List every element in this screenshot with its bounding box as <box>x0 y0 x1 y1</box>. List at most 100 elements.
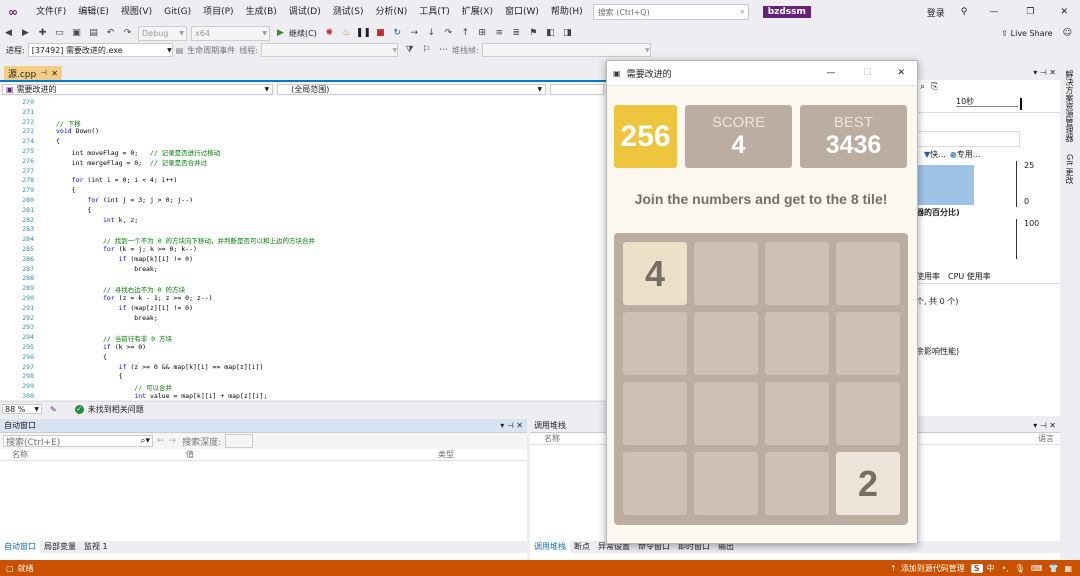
code-line[interactable]: // 当前行有非 0 方块 <box>56 333 172 343</box>
step-over-icon[interactable]: ↷ <box>442 27 455 40</box>
code-line[interactable]: for (z = k - 1; z >= 0; z--) <box>56 294 213 302</box>
code-line[interactable]: { <box>56 186 76 194</box>
tab-memory-usage[interactable]: 使用率 <box>916 271 940 282</box>
code-line[interactable]: if (z >= 0 && map[k][i] == map[z][i]) <box>56 363 264 371</box>
maximize-icon[interactable]: ☐ <box>849 68 885 78</box>
stack-frame-select[interactable]: ▼ <box>481 43 651 57</box>
menu-test[interactable]: 测试(S) <box>327 0 370 24</box>
code-line[interactable]: break; <box>56 314 157 322</box>
step-out-icon[interactable]: ↑ <box>459 27 472 40</box>
window-options-icons[interactable]: ▾ ⊣ ✕ <box>1033 68 1056 77</box>
menu-edit[interactable]: 编辑(E) <box>72 0 115 24</box>
menu-tools[interactable]: 工具(T) <box>413 0 456 24</box>
menu-window[interactable]: 窗口(W) <box>499 0 545 24</box>
next-bookmark-icon[interactable]: ◨ <box>561 27 574 40</box>
tab-git-changes[interactable]: Git 更改 <box>1060 148 1079 190</box>
column-value[interactable]: 值 <box>186 449 438 460</box>
save-icon[interactable]: ▣ <box>70 27 83 40</box>
issues-status-text[interactable]: 未找到相关问题 <box>88 404 144 415</box>
zoom-in-icon[interactable]: ⌕ <box>920 82 925 92</box>
add-to-source-control[interactable]: 添加到源代码管理 <box>901 563 965 574</box>
menu-git[interactable]: Git(G) <box>158 0 197 24</box>
menu-debug[interactable]: 调试(D) <box>283 0 327 24</box>
step-into-icon[interactable]: ↓ <box>425 27 438 40</box>
close-icon[interactable]: ✕ <box>885 68 917 78</box>
continue-button[interactable]: 继续(C) <box>289 28 317 39</box>
live-share-button[interactable]: ⇪ Live Share <box>1001 29 1063 38</box>
code-line[interactable]: { <box>56 206 91 214</box>
show-next-statement-icon[interactable]: → <box>408 27 421 40</box>
scope-dropdown[interactable]: (全局范围) ▼ <box>277 83 547 95</box>
code-line[interactable]: int moveFlag = 0; // 记录是否进行过移动 <box>56 147 221 157</box>
new-project-icon[interactable]: ✚ <box>36 27 49 40</box>
forward-icon[interactable]: ▶ <box>19 27 32 40</box>
project-dropdown[interactable]: ▣ 需要改进的 ▼ <box>2 83 274 95</box>
bug-icon[interactable]: ✺ <box>323 27 336 40</box>
menu-help[interactable]: 帮助(H) <box>545 0 589 24</box>
bookmark-icon[interactable]: ⚑ <box>527 27 540 40</box>
code-line[interactable]: // 可以合并 <box>56 382 172 392</box>
column-language[interactable]: 语言 <box>1038 433 1060 444</box>
microphone-icon[interactable]: 🎙 <box>1015 564 1025 573</box>
tab-solution-explorer[interactable]: 解决方案资源管理器 <box>1060 64 1079 148</box>
open-folder-icon[interactable]: ▭ <box>53 27 66 40</box>
continue-icon[interactable]: ▶ <box>274 27 287 40</box>
keyboard-icon[interactable]: ⌨ <box>1031 564 1043 573</box>
column-type[interactable]: 类型 <box>438 449 454 460</box>
ime-mode[interactable]: 中 <box>987 563 995 574</box>
menu-project[interactable]: 项目(P) <box>197 0 239 24</box>
tab-breakpoints[interactable]: 断点 <box>570 541 594 553</box>
minimize-icon[interactable]: — <box>812 68 849 78</box>
process-select[interactable]: [37492] 需要改进的.exe ▼ <box>27 43 173 57</box>
close-icon[interactable]: ✕ <box>1048 7 1080 17</box>
code-line[interactable]: if (k >= 0) <box>56 343 146 351</box>
code-line[interactable]: { <box>56 353 107 361</box>
flag-thread-icon[interactable]: ⚐ <box>420 44 433 57</box>
login-link[interactable]: 登录 <box>919 6 953 19</box>
lifecycle-events-icon[interactable]: ▤ <box>176 46 184 55</box>
punctuation-icon[interactable]: •, <box>1002 564 1009 573</box>
game-board[interactable]: 42 <box>614 233 908 525</box>
forward-arrow-icon[interactable]: → <box>169 436 177 446</box>
thread-options-icon[interactable]: ⋯ <box>437 44 450 57</box>
save-all-icon[interactable]: ▤ <box>87 27 100 40</box>
hex-icon[interactable]: ⊞ <box>476 27 489 40</box>
undo-icon[interactable]: ↶ <box>104 27 117 40</box>
code-line[interactable]: for (int j = 3; j > 0; j--) <box>56 196 193 204</box>
menu-file[interactable]: 文件(F) <box>30 0 72 24</box>
tab-cpu-usage[interactable]: CPU 使用率 <box>948 271 991 282</box>
hot-reload-icon[interactable]: ♨ <box>340 27 353 40</box>
search-box[interactable]: 搜索 (Ctrl+Q) ⌕ <box>592 4 749 20</box>
code-line[interactable]: // 找到一个不为 0 的方块向下移动，并判断是否可以和上边的方块合并 <box>56 235 315 245</box>
tab-watch-1[interactable]: 监视 1 <box>80 541 112 553</box>
window-options-icons[interactable]: ▾ ⊣ ✕ <box>1033 421 1056 430</box>
restart-icon[interactable]: ↻ <box>391 27 404 40</box>
menu-analyze[interactable]: 分析(N) <box>369 0 413 24</box>
select-icon[interactable]: ⎘ <box>931 82 938 92</box>
pin-icon[interactable]: ⊣ <box>41 69 47 77</box>
code-line[interactable]: void Down() <box>56 127 99 135</box>
stop-icon[interactable]: ■ <box>374 27 387 40</box>
solution-name-badge[interactable]: bzdssm <box>762 6 811 18</box>
code-line[interactable]: { <box>56 137 60 145</box>
search-depth-select[interactable] <box>225 434 254 448</box>
code-line[interactable]: if (map[k][i] != 0) <box>56 255 193 263</box>
skin-icon[interactable]: 👕 <box>1048 564 1058 573</box>
menu-build[interactable]: 生成(B) <box>240 0 283 24</box>
column-name[interactable]: 名称 <box>530 433 560 444</box>
member-dropdown[interactable] <box>550 83 604 95</box>
zoom-select[interactable]: 88 % ▼ <box>2 404 42 414</box>
filter-icon[interactable]: ⧩ <box>403 44 416 57</box>
lifecycle-events-button[interactable]: 生命周期事件 <box>187 45 235 56</box>
code-line[interactable]: if (map[z][i] != 0) <box>56 304 193 312</box>
code-line[interactable]: int value = map[k][i] + map[z][i]; <box>56 392 267 400</box>
code-line[interactable]: { <box>56 372 123 380</box>
configuration-select[interactable]: Debug ▼ <box>138 25 187 41</box>
prev-bookmark-icon[interactable]: ◧ <box>544 27 557 40</box>
platform-select[interactable]: x64 ▼ <box>191 25 270 41</box>
comment-icon[interactable]: ≡ <box>493 27 506 40</box>
menu-view[interactable]: 视图(V) <box>115 0 158 24</box>
code-line[interactable]: int mergeFlag = 0; // 记录是否合并过 <box>56 157 208 167</box>
back-arrow-icon[interactable]: ← <box>157 436 165 446</box>
thread-select[interactable]: ▼ <box>260 43 398 57</box>
